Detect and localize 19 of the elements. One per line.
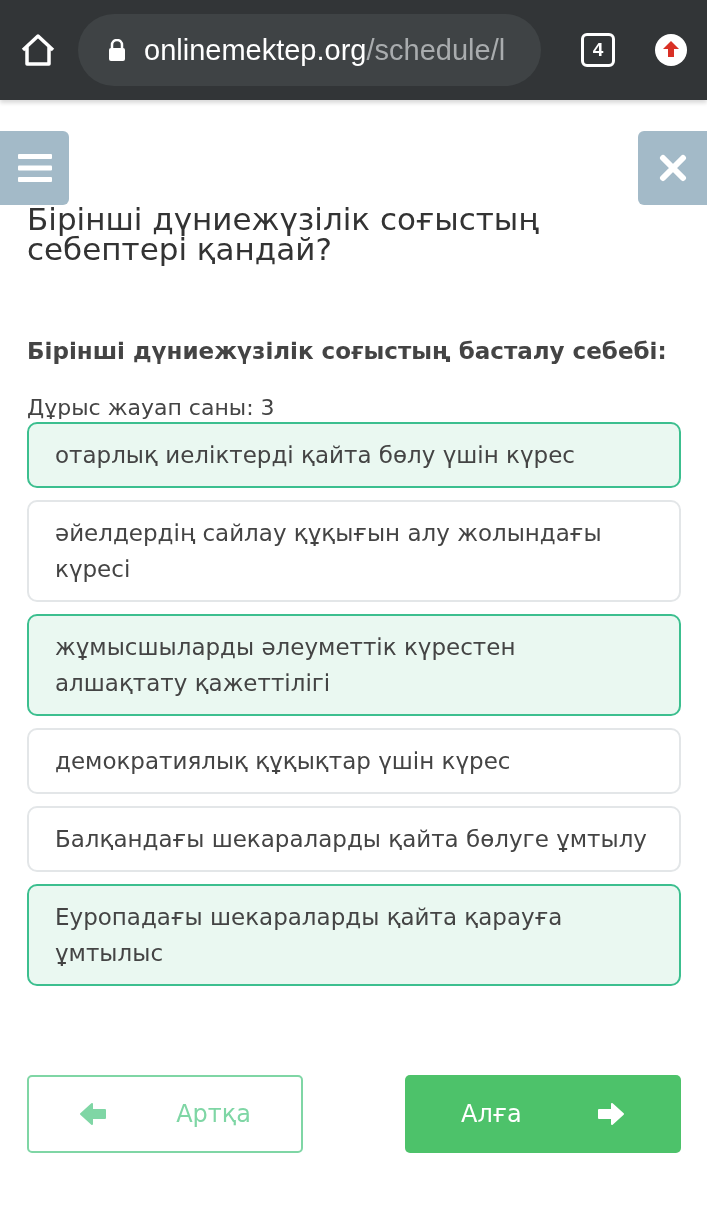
lock-icon xyxy=(108,39,126,61)
close-icon xyxy=(658,154,687,182)
menu-icon xyxy=(17,154,52,182)
upload-icon[interactable] xyxy=(655,34,687,66)
question-text: Бірінші дүниежүзілік соғыстың басталу себебі: xyxy=(27,337,668,366)
answer-option[interactable]: жұмысшыларды әлеуметтік күрестен алшақтату қажеттілігі xyxy=(27,614,681,716)
answer-count: Дұрыс жауап саны: 3 xyxy=(27,396,276,420)
answer-option[interactable]: Еуропадағы шекараларды қайта қарауға ұмтылыс xyxy=(27,884,681,986)
page-title: Бірінші дүниежүзілік соғыстың себептері қандай? xyxy=(27,204,540,264)
arrow-right-icon xyxy=(597,1102,625,1126)
answer-option[interactable]: әйелдердің сайлау құқығын алу жолындағы күресі xyxy=(27,500,681,602)
home-icon[interactable] xyxy=(20,33,56,67)
tab-count[interactable]: 4 xyxy=(581,33,615,67)
answer-option[interactable]: отарлық иеліктерді қайта бөлу үшін күрес xyxy=(27,422,681,488)
address-bar[interactable]: onlinemektep.org/schedule/l xyxy=(78,14,541,86)
arrow-left-icon xyxy=(79,1102,107,1126)
answer-option[interactable]: Балқандағы шекараларды қайта бөлуге ұмтылу xyxy=(27,806,681,872)
url-text: onlinemektep.org/schedule/l xyxy=(144,33,506,67)
answer-option[interactable]: демократиялық құқықтар үшін күрес xyxy=(27,728,681,794)
